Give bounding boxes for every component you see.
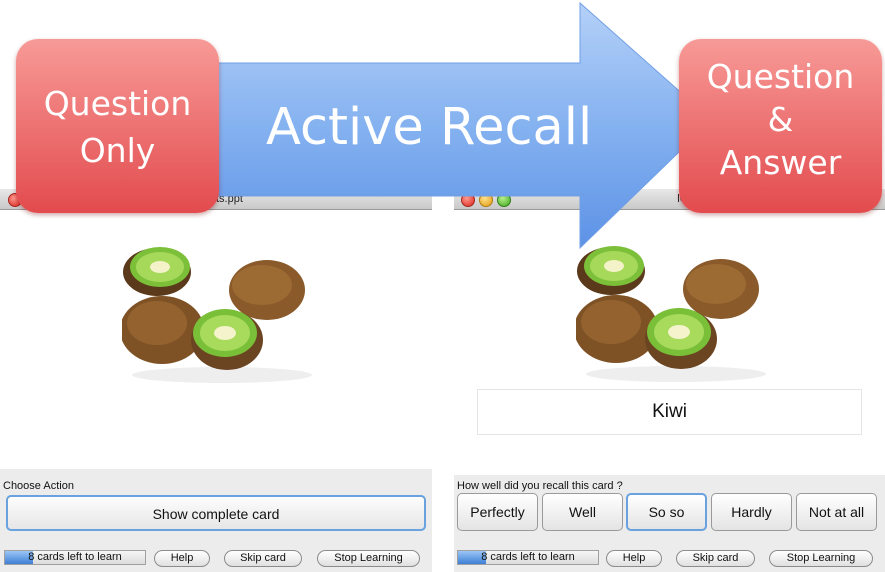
callout-line: Only <box>79 131 156 170</box>
question-answer-callout: Question & Answer <box>679 39 882 213</box>
arrow-label: Active Recall <box>266 98 593 157</box>
callout-line: & <box>767 100 794 139</box>
callout-line: Question <box>706 57 855 96</box>
question-only-callout: Question Only <box>16 39 219 213</box>
callout-line: Question <box>43 84 192 123</box>
callout-line: Answer <box>719 143 842 182</box>
